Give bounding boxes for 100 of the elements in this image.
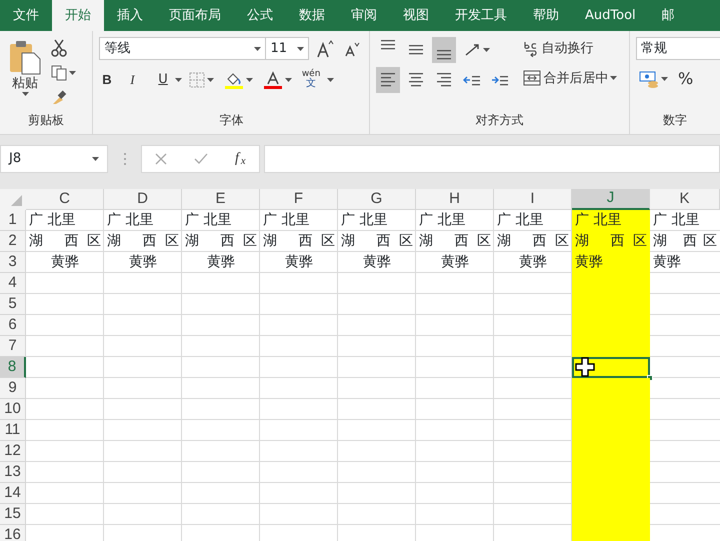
row-header[interactable]: 16	[0, 525, 26, 541]
vertical-align-button[interactable]	[432, 37, 456, 63]
border-icon	[188, 72, 205, 88]
column-header[interactable]: E	[182, 189, 260, 210]
column-header[interactable]: G	[338, 189, 416, 210]
row-header[interactable]: 14	[0, 483, 26, 504]
table-cell-text: 广 北里	[106, 211, 154, 230]
font-name-dropdown[interactable]: 等线	[99, 37, 266, 60]
caret-icon	[661, 77, 668, 81]
scissors-icon	[51, 39, 67, 57]
money-icon	[639, 70, 659, 88]
column-header[interactable]: I	[494, 189, 572, 210]
bold-button[interactable]: B	[99, 71, 124, 88]
paint-bucket-icon	[224, 70, 244, 88]
bottom-align-icon	[437, 50, 452, 60]
top-align-icon	[381, 40, 396, 50]
font-size-dropdown[interactable]: 11	[265, 37, 310, 60]
wrap-text-icon	[523, 39, 540, 57]
name-box[interactable]: J8	[0, 145, 108, 173]
caret-icon	[254, 46, 262, 50]
phonetic-guide-button[interactable]: wén 文	[298, 68, 324, 91]
close-icon	[155, 153, 168, 165]
font-shrink-icon	[344, 40, 360, 56]
ribbon-tab[interactable]: 插入	[104, 0, 156, 31]
ribbon-tab[interactable]: 数据	[286, 0, 338, 31]
column-header[interactable]: D	[104, 189, 182, 210]
ribbon-tab[interactable]: AudTool	[572, 0, 649, 31]
caret-icon	[69, 71, 76, 75]
underline-button[interactable]: U	[155, 71, 171, 88]
ribbon-tab[interactable]: 帮助	[520, 0, 572, 31]
row-header[interactable]: 15	[0, 504, 26, 525]
row-header[interactable]: 7	[0, 336, 26, 357]
caret-icon	[174, 78, 182, 82]
percent-button[interactable]: %	[675, 69, 696, 89]
row-header[interactable]: 5	[0, 294, 26, 315]
table-cell-text: 湖 西区	[652, 232, 718, 251]
ribbon-tab[interactable]: 页面布局	[156, 0, 234, 31]
row-header[interactable]: 3	[0, 252, 26, 273]
caret-icon	[297, 46, 304, 50]
row-header[interactable]: 11	[0, 420, 26, 441]
check-icon	[194, 153, 208, 165]
row-header[interactable]: 9	[0, 378, 26, 399]
table-cell-text: 黄骅	[284, 253, 314, 272]
table-cell: 湖 西区	[572, 231, 650, 252]
copy-icon	[51, 65, 67, 81]
wrap-text-button[interactable]: 自动换行	[520, 37, 620, 59]
paste-button[interactable]: 粘贴	[6, 37, 44, 111]
brush-icon	[51, 89, 67, 105]
caret-icon	[483, 48, 490, 52]
row-header[interactable]: 13	[0, 462, 26, 483]
middle-align-icon	[409, 45, 424, 55]
row-header[interactable]: 2	[0, 231, 26, 252]
ribbon-tab[interactable]: 文件	[0, 0, 52, 31]
ribbon-tab[interactable]: 邮	[648, 0, 688, 31]
merge-cells-icon	[523, 69, 542, 87]
group-label: 字体	[218, 112, 244, 129]
font-grow-icon	[316, 40, 334, 58]
row-header[interactable]: 8	[0, 357, 26, 378]
table-cell-text: 黄骅	[206, 253, 236, 272]
formula-input[interactable]	[264, 145, 720, 173]
italic-button[interactable]: I	[127, 71, 152, 88]
align-right-icon	[437, 73, 452, 87]
row-header[interactable]: 10	[0, 399, 26, 420]
table-cell-text: 黄骅	[652, 253, 682, 272]
merge-center-button[interactable]: 合并后居中	[520, 67, 620, 89]
table-cell-text: 湖 西区	[184, 232, 258, 251]
column-header[interactable]: K	[650, 189, 720, 210]
row-header[interactable]: 12	[0, 441, 26, 462]
insert-function-button[interactable]: f$_{x}$	[232, 150, 249, 168]
ribbon-tab[interactable]: 视图	[390, 0, 442, 31]
ribbon-tab[interactable]: 公式	[234, 0, 286, 31]
table-cell-text: 广 北里	[28, 211, 76, 230]
table-cell-text: 广 北里	[184, 211, 232, 230]
font-color-icon	[262, 70, 283, 88]
table-cell: 广 北里	[572, 210, 650, 231]
table-cell-text: 黄骅	[50, 253, 80, 272]
table-cell-text: 黄骅	[128, 253, 158, 272]
row-header[interactable]: 4	[0, 273, 26, 294]
active-cell[interactable]	[572, 357, 650, 378]
caret-icon	[610, 76, 618, 80]
row-header[interactable]: 1	[0, 210, 26, 231]
caret-icon	[284, 78, 292, 82]
ribbon-tab[interactable]: 开始	[52, 0, 104, 31]
number-format-dropdown[interactable]: 常规	[636, 37, 720, 60]
column-header[interactable]: C	[26, 189, 104, 210]
ribbon-tab[interactable]: 审阅	[338, 0, 390, 31]
column-header[interactable]: F	[260, 189, 338, 210]
column-header[interactable]: H	[416, 189, 494, 210]
align-center-icon	[409, 73, 424, 87]
table-cell-text: 湖 西区	[106, 232, 180, 251]
group-label: 剪贴板	[27, 112, 66, 129]
clipboard-icon	[9, 39, 41, 75]
grip-icon	[123, 152, 127, 166]
table-cell-text: 广 北里	[262, 211, 310, 230]
row-header[interactable]: 6	[0, 315, 26, 336]
align-left-icon	[381, 73, 396, 87]
column-header[interactable]: J	[572, 189, 650, 210]
table-cell-text: 广 北里	[418, 211, 466, 230]
ribbon-tab[interactable]: 开发工具	[442, 0, 520, 31]
horizontal-align-button[interactable]	[376, 67, 400, 93]
